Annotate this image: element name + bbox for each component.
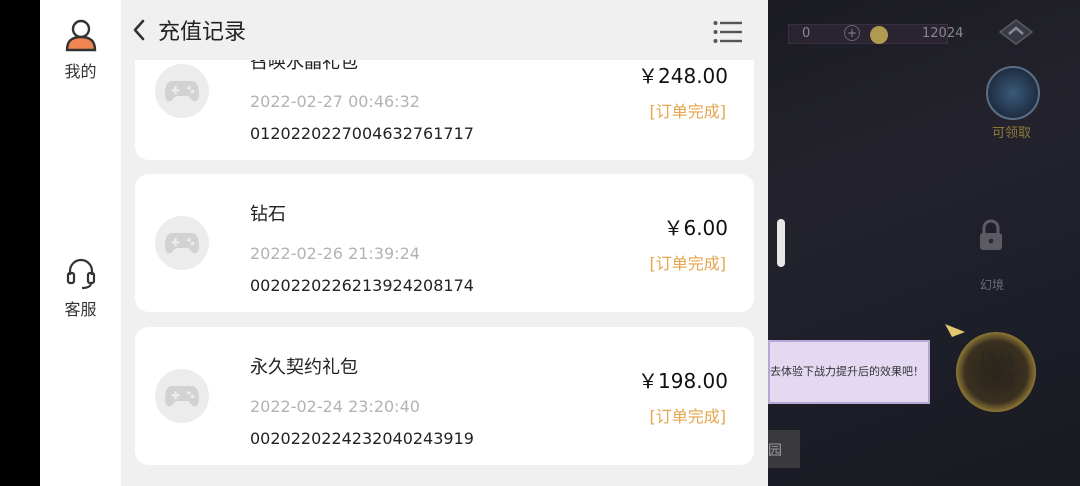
game-background: 0 + 12024 可领取 幻境 去体验下战力提升后的效果吧！ 挑战有领 园 — [768, 0, 1080, 486]
record-status: [订单完成] — [649, 102, 727, 121]
header: 充值记录 — [121, 0, 768, 60]
list-item[interactable]: 钻石 2022-02-26 21:39:24 00202202262139242… — [135, 174, 754, 312]
tip-banner-text: 去体验下战力提升后的效果吧！ — [770, 365, 924, 378]
gamepad-icon — [155, 64, 209, 118]
sparkle-icon — [945, 324, 965, 337]
person-icon — [65, 19, 96, 52]
left-letterbox — [0, 0, 40, 486]
record-status: [订单完成] — [649, 254, 727, 273]
gamepad-icon — [155, 369, 209, 423]
challenge-reward-label: 挑战有领 — [979, 351, 1015, 392]
list-menu-icon[interactable] — [713, 20, 743, 44]
hud-value: 0 — [802, 26, 811, 41]
chevron-up-icon[interactable] — [998, 18, 1034, 46]
sp-badge-label: 可领取 — [992, 126, 1032, 141]
lock-label: 幻境 — [980, 278, 1005, 292]
recharge-record-panel: 充值记录 召唤水晶礼包 2022-02-27 00:46:32 01202202… — [121, 0, 768, 486]
list-item[interactable]: 永久契约礼包 2022-02-24 23:20:40 0020220224232… — [135, 327, 754, 465]
page-title: 充值记录 — [158, 20, 247, 45]
record-name: 永久契约礼包 — [250, 357, 358, 378]
record-order-number: 0120220227004632761717 — [250, 124, 474, 143]
record-time: 2022-02-27 00:46:32 — [250, 92, 420, 111]
headset-icon — [66, 258, 95, 290]
scrollbar[interactable] — [777, 219, 785, 267]
record-amount: ￥248.00 — [638, 64, 728, 88]
sp-badge-icon[interactable] — [986, 66, 1040, 120]
record-order-number: 0020220226213924208174 — [250, 276, 474, 295]
record-amount: ￥198.00 — [638, 369, 728, 393]
record-time: 2022-02-26 21:39:24 — [250, 244, 420, 263]
gamepad-icon — [155, 216, 209, 270]
lock-icon[interactable] — [976, 218, 1006, 254]
sidebar: 我的 客服 — [40, 0, 121, 486]
record-amount: ￥6.00 — [663, 216, 728, 240]
hud-value: 12024 — [922, 26, 964, 41]
record-status: [订单完成] — [649, 407, 727, 426]
plus-icon[interactable]: + — [844, 25, 860, 41]
sidebar-item-label: 我的 — [64, 62, 97, 81]
record-order-number: 0020220224232040243919 — [250, 429, 474, 448]
chevron-left-icon[interactable] — [129, 17, 149, 43]
sidebar-item-customer-service[interactable]: 客服 — [40, 256, 121, 320]
record-time: 2022-02-24 23:20:40 — [250, 397, 420, 416]
coin-icon — [870, 26, 888, 44]
sidebar-item-me[interactable]: 我的 — [40, 18, 121, 82]
sidebar-item-label: 客服 — [64, 300, 97, 319]
bottom-game-button-label: 园 — [768, 443, 782, 459]
record-name: 钻石 — [250, 204, 286, 225]
